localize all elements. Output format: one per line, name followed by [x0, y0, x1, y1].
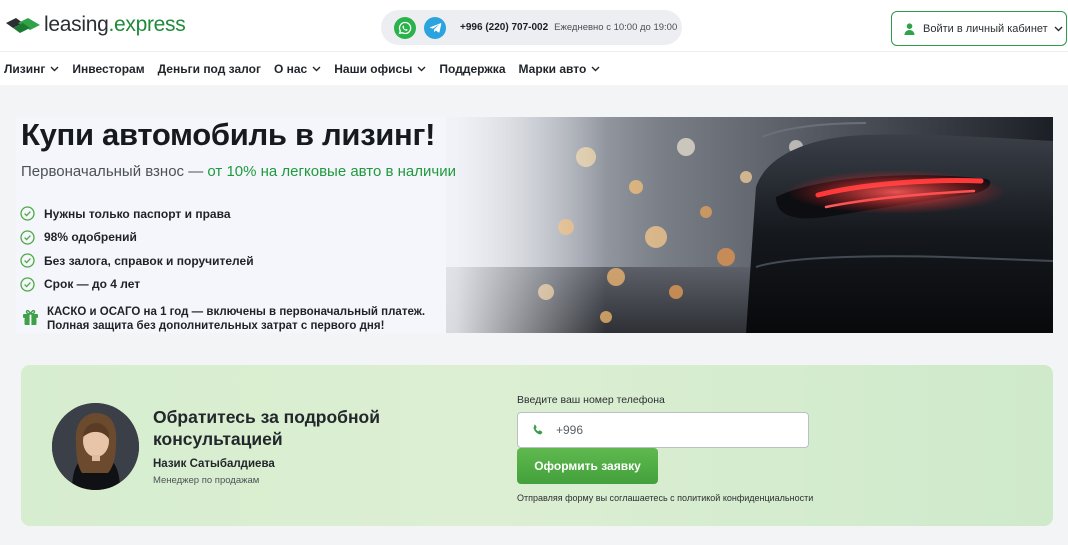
nav-item-about[interactable]: О нас [274, 62, 321, 76]
feature-list: Нужны только паспорт и права 98% одобрен… [20, 202, 254, 296]
list-item: Нужны только паспорт и права [20, 202, 254, 226]
nav-item-brands[interactable]: Марки авто [519, 62, 601, 76]
phone-field-label: Введите ваш номер телефона [517, 394, 665, 406]
chevron-down-icon [50, 66, 59, 71]
insurance-line-1: КАСКО и ОСАГО на 1 год — включены в перв… [47, 306, 426, 318]
consultation-title: Обратитесь за подробной консультацией [153, 407, 381, 449]
nav-item-loans[interactable]: Деньги под залог [158, 62, 261, 76]
nav-item-offices[interactable]: Наши офисы [334, 62, 426, 76]
check-circle-icon [20, 277, 35, 292]
logo-text: leasing.express [44, 13, 186, 36]
insurance-line-2: Полная защита без дополнительных затрат … [47, 320, 385, 332]
chevron-down-icon [1054, 26, 1063, 31]
check-circle-icon [20, 230, 35, 245]
working-hours: Ежедневно с 10:00 до 19:00 [554, 22, 678, 33]
main-nav: Лизинг Инвесторам Деньги под залог О нас… [0, 51, 1068, 85]
phone-field[interactable] [517, 412, 809, 448]
telegram-icon[interactable] [424, 16, 446, 39]
phone-icon [533, 424, 543, 435]
check-circle-icon [20, 206, 35, 221]
list-item: 98% одобрений [20, 226, 254, 250]
chevron-down-icon [591, 66, 600, 71]
manager-name: Назик Сатыбалдиева [153, 458, 275, 470]
login-button[interactable]: Войти в личный кабинет [891, 11, 1067, 46]
list-item: Срок — до 4 лет [20, 273, 254, 297]
chevron-down-icon [312, 66, 321, 71]
hero-title: Купи автомобиль в лизинг! [21, 117, 436, 152]
logo-mark-icon [6, 18, 40, 33]
contact-pill: +996 (220) 707-002 Ежедневно с 10:00 до … [381, 10, 682, 45]
nav-item-support[interactable]: Поддержка [439, 62, 505, 76]
submit-application-button[interactable]: Оформить заявку [517, 448, 658, 484]
user-icon [904, 22, 915, 35]
check-circle-icon [20, 253, 35, 268]
nav-item-leasing[interactable]: Лизинг [4, 62, 59, 76]
hero-subtitle: Первоначальный взнос — от 10% на легковы… [21, 163, 456, 180]
whatsapp-icon[interactable] [394, 16, 416, 39]
gift-icon [23, 309, 38, 325]
privacy-policy-note[interactable]: Отправляя форму вы соглашаетесь с полити… [517, 493, 813, 503]
phone-input[interactable] [556, 423, 796, 437]
phone-number[interactable]: +996 (220) 707-002 [460, 22, 548, 33]
site-header: leasing.express +996 (220) 707-002 Ежедн… [0, 0, 1068, 51]
manager-role: Менеджер по продажам [153, 475, 260, 486]
list-item: Без залога, справок и поручителей [20, 249, 254, 273]
chevron-down-icon [417, 66, 426, 71]
avatar [52, 403, 139, 490]
login-label: Войти в личный кабинет [923, 22, 1048, 35]
nav-item-investors[interactable]: Инвесторам [72, 62, 144, 76]
site-logo[interactable]: leasing.express [6, 12, 186, 38]
insurance-note: КАСКО и ОСАГО на 1 год — включены в перв… [22, 305, 425, 333]
